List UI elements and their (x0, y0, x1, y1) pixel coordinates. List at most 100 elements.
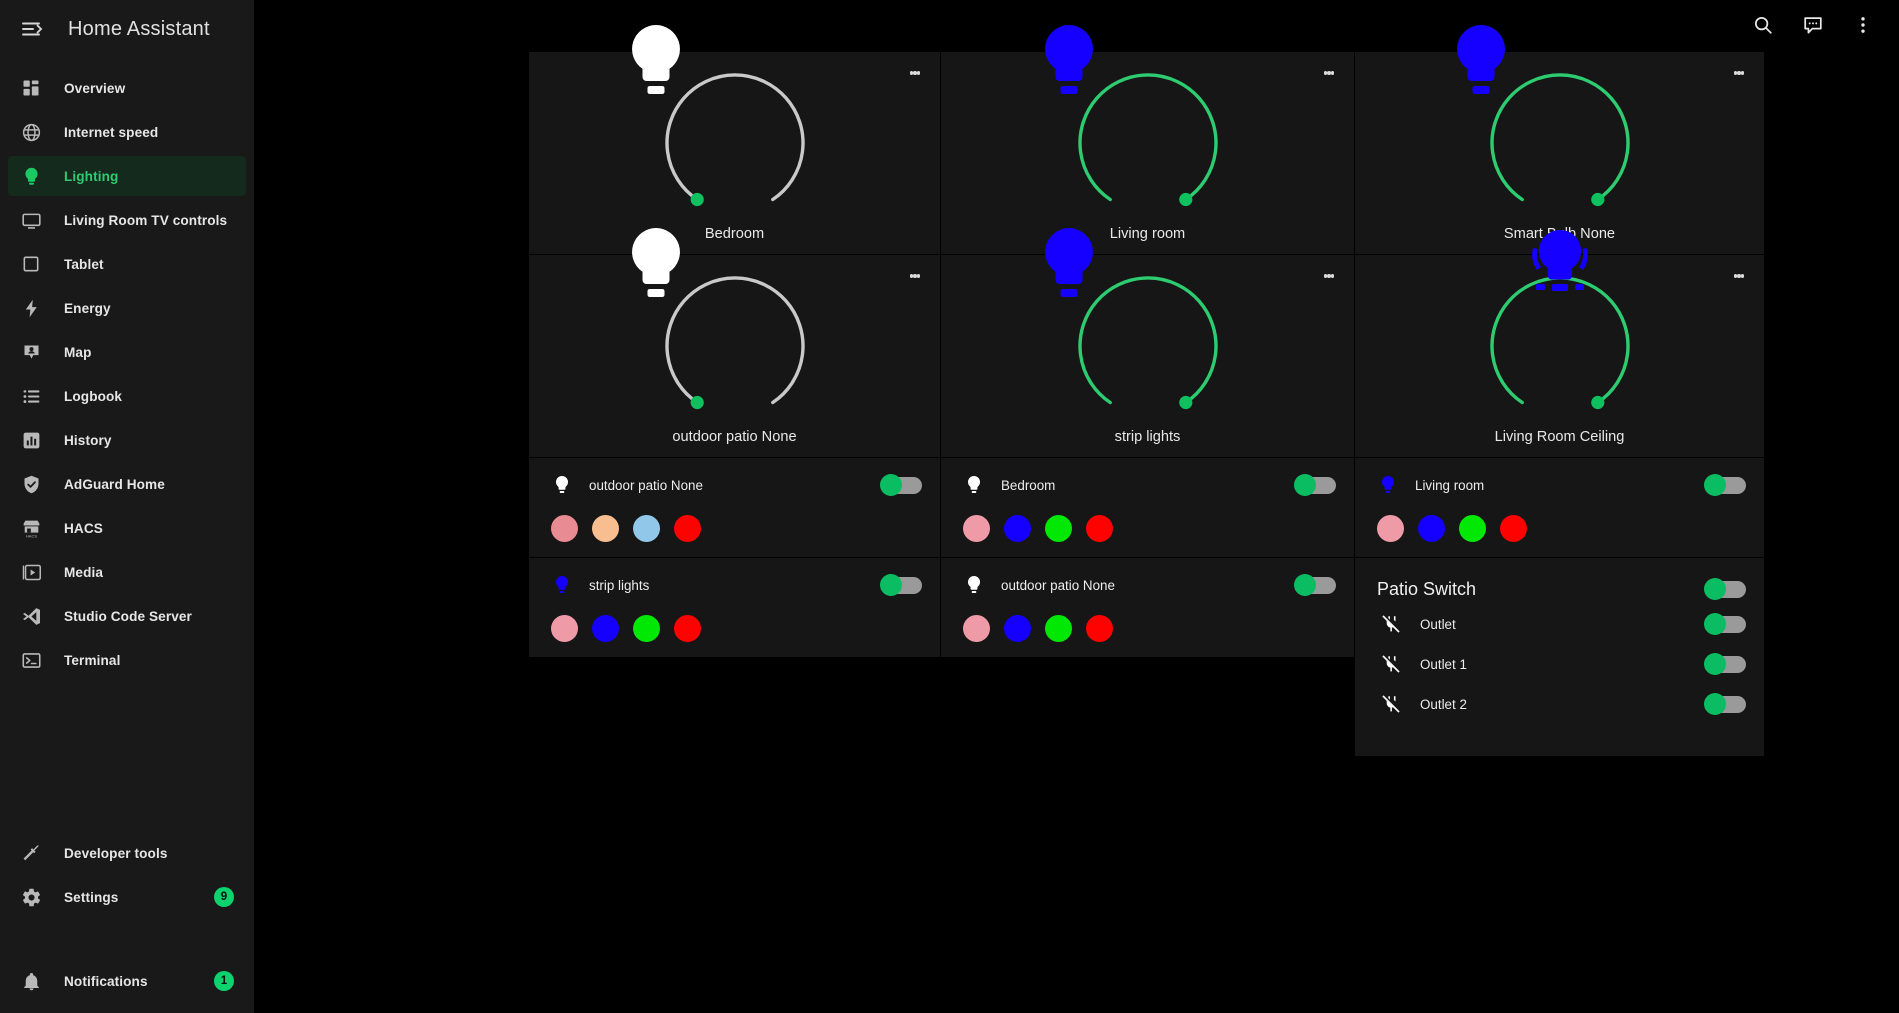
bulb-icon (1456, 25, 1505, 94)
light-tile[interactable]: Bedroom (529, 25, 941, 255)
light-toggle[interactable] (1294, 574, 1336, 596)
lightbulb-icon (19, 164, 43, 188)
sidebar-item-studio-code-server[interactable]: Studio Code Server (8, 596, 246, 636)
view-dashboard-icon (19, 76, 43, 100)
sidebar-item-logbook[interactable]: Logbook (8, 376, 246, 416)
sidebar-item-overview[interactable]: Overview (8, 68, 246, 108)
color-swatch[interactable] (1418, 515, 1445, 542)
color-swatch[interactable] (592, 615, 619, 642)
color-swatch[interactable] (633, 615, 660, 642)
sidebar-item-energy[interactable]: Energy (8, 288, 246, 328)
assist-chat-icon[interactable] (1791, 3, 1835, 47)
patio-switch-card: Patio Switch Outlet Outlet 1 Outlet 2 (1355, 558, 1765, 757)
outlet-row[interactable]: Outlet 1 (1368, 644, 1746, 684)
brightness-ring[interactable] (1456, 25, 1639, 220)
light-tile[interactable]: Smart Bulb None (1355, 25, 1765, 255)
sidebar-item-label: Settings (64, 889, 119, 905)
sidebar-item-developer-tools[interactable]: Developer tools (8, 833, 246, 873)
color-swatch[interactable] (1086, 615, 1113, 642)
tablet-icon (19, 252, 43, 276)
patio-switch-toggle[interactable] (1704, 578, 1746, 600)
sidebar-item-notifications[interactable]: Notifications 1 (8, 961, 246, 1001)
sidebar-item-hacs[interactable]: HACS HACS (8, 508, 246, 548)
outlet-row[interactable]: Outlet (1368, 604, 1746, 644)
brightness-ring[interactable] (1044, 25, 1227, 220)
sidebar-item-lighting[interactable]: Lighting (8, 156, 246, 196)
color-swatch[interactable] (1377, 515, 1404, 542)
color-swatch[interactable] (551, 515, 578, 542)
light-tile[interactable]: outdoor patio None (529, 228, 941, 458)
tile-more-icon[interactable] (1727, 61, 1751, 85)
color-swatch[interactable] (1086, 515, 1113, 542)
television-icon (19, 208, 43, 232)
tile-more-icon[interactable] (1317, 61, 1341, 85)
sidebar-item-label: Lighting (64, 168, 119, 184)
tile-more-icon[interactable] (1317, 264, 1341, 288)
search-icon[interactable] (1741, 3, 1785, 47)
light-toggle[interactable] (880, 574, 922, 596)
color-card-label: Living room (1415, 477, 1485, 493)
tile-more-icon[interactable] (1727, 264, 1751, 288)
brightness-ring[interactable] (1481, 229, 1639, 423)
brightness-ring[interactable] (631, 228, 814, 423)
color-swatch[interactable] (1004, 515, 1031, 542)
outlet-row[interactable]: Outlet 2 (1368, 684, 1746, 724)
brightness-ring[interactable] (1044, 228, 1227, 423)
light-toggle[interactable] (1294, 474, 1336, 496)
color-card-header: strip lights (551, 572, 922, 598)
bulb-icon (1044, 228, 1093, 297)
lightbulb-icon (551, 574, 573, 596)
sidebar-item-adguard-home[interactable]: AdGuard Home (8, 464, 246, 504)
color-card-label: Bedroom (1001, 477, 1056, 493)
color-swatch[interactable] (963, 515, 990, 542)
brightness-ring[interactable] (631, 25, 814, 220)
light-tile[interactable]: Living room (941, 25, 1355, 255)
color-swatch[interactable] (633, 515, 660, 542)
overflow-menu-icon[interactable] (1841, 3, 1885, 47)
tile-more-icon[interactable] (903, 61, 927, 85)
bell-icon (19, 969, 43, 993)
sidebar-item-living-room-tv-controls[interactable]: Living Room TV controls (8, 200, 246, 240)
color-swatch[interactable] (1500, 515, 1527, 542)
color-swatch[interactable] (963, 615, 990, 642)
sidebar-item-label: Internet speed (64, 124, 159, 140)
sidebar-item-label: Overview (64, 80, 126, 96)
color-swatch[interactable] (551, 615, 578, 642)
sidebar-item-internet-speed[interactable]: Internet speed (8, 112, 246, 152)
sidebar-item-map[interactable]: Map (8, 332, 246, 372)
light-color-card: outdoor patio None (529, 458, 941, 558)
sidebar-item-history[interactable]: History (8, 420, 246, 460)
color-swatch[interactable] (1045, 515, 1072, 542)
sidebar-item-terminal[interactable]: Terminal (8, 640, 246, 680)
sidebar-item-tablet[interactable]: Tablet (8, 244, 246, 284)
power-plug-off-icon (1379, 693, 1402, 716)
menu-collapse-icon[interactable] (10, 7, 54, 51)
sidebar-item-settings[interactable]: Settings 9 (8, 877, 246, 917)
sidebar-item-label: Notifications (64, 973, 148, 989)
patio-switch-header: Patio Switch (1368, 574, 1746, 604)
sidebar-item-label: Tablet (64, 256, 104, 272)
app-root: Home Assistant Overview Internet speed L… (0, 0, 1899, 1013)
bulb-icon (631, 25, 680, 94)
color-swatch-row (963, 615, 1336, 642)
sidebar-item-media[interactable]: Media (8, 552, 246, 592)
color-swatch[interactable] (674, 615, 701, 642)
play-box-icon (19, 560, 43, 584)
color-swatch-row (551, 515, 922, 542)
color-swatch[interactable] (674, 515, 701, 542)
lightbulb-icon (963, 574, 985, 596)
color-swatch[interactable] (592, 515, 619, 542)
tile-more-icon[interactable] (903, 264, 927, 288)
color-swatch[interactable] (1045, 615, 1072, 642)
color-swatch[interactable] (1004, 615, 1031, 642)
light-tile[interactable]: Living Room Ceiling (1355, 229, 1765, 458)
light-toggle[interactable] (1704, 474, 1746, 496)
color-swatch[interactable] (1459, 515, 1486, 542)
light-color-card: Living room (1355, 458, 1765, 558)
outlet-toggle[interactable] (1704, 653, 1746, 675)
outlet-toggle[interactable] (1704, 693, 1746, 715)
light-toggle[interactable] (880, 474, 922, 496)
bulb-icon (631, 228, 680, 297)
light-tile[interactable]: strip lights (941, 228, 1355, 458)
outlet-toggle[interactable] (1704, 613, 1746, 635)
